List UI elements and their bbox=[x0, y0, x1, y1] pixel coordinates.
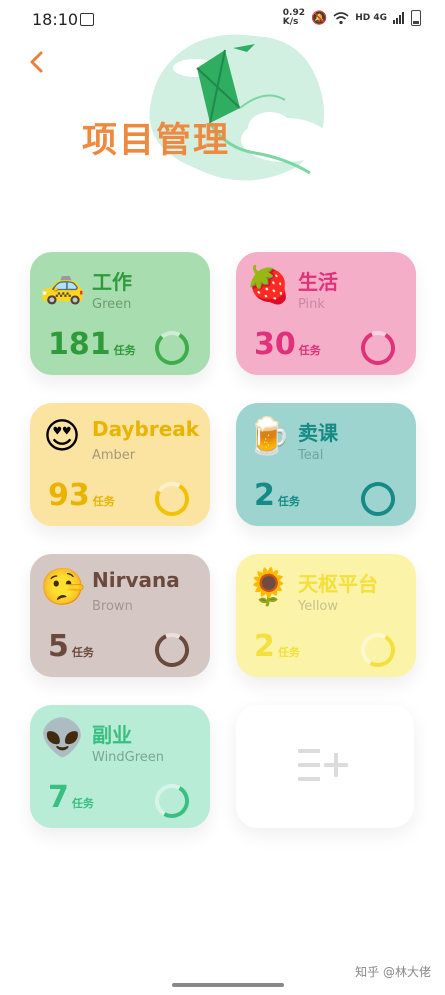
network-speed: 0.92 K/s bbox=[282, 8, 306, 27]
progress-arc bbox=[155, 633, 189, 667]
task-count: 2 任务 bbox=[254, 479, 300, 519]
progress-arc bbox=[361, 331, 395, 365]
task-count: 181 任务 bbox=[48, 328, 136, 368]
project-card[interactable]: 🌻 天枢平台 Yellow 2 任务 bbox=[236, 554, 416, 677]
project-title: 生活 bbox=[298, 270, 338, 294]
project-color-name: WindGreen bbox=[92, 750, 165, 765]
project-title: 天枢平台 bbox=[298, 572, 378, 596]
project-emoji-icon: 🤥 bbox=[40, 567, 85, 608]
progress-arc bbox=[361, 633, 395, 667]
task-count-unit: 任务 bbox=[113, 344, 136, 357]
status-time: 18:10 bbox=[32, 10, 79, 29]
project-color-name: Pink bbox=[298, 297, 325, 312]
task-count-number: 93 bbox=[48, 478, 90, 513]
add-list-icon bbox=[298, 749, 348, 781]
progress-arc bbox=[361, 482, 395, 516]
project-emoji-icon: 🌻 bbox=[246, 567, 291, 608]
project-color-name: Green bbox=[92, 297, 132, 312]
task-count-unit: 任务 bbox=[277, 646, 300, 659]
task-count-unit: 任务 bbox=[277, 495, 300, 508]
progress-ring bbox=[361, 331, 395, 365]
chevron-left-icon bbox=[30, 51, 43, 73]
project-emoji-icon: 🍺 bbox=[246, 416, 291, 457]
signal-icon bbox=[393, 12, 404, 24]
project-title: 卖课 bbox=[298, 421, 338, 445]
task-count-unit: 任务 bbox=[71, 646, 94, 659]
project-card[interactable]: 🍓 生活 Pink 30 任务 bbox=[236, 252, 416, 375]
project-card[interactable]: 😍 Daybreak Amber 93 任务 bbox=[30, 403, 210, 526]
project-card[interactable]: 🤥 Nirvana Brown 5 任务 bbox=[30, 554, 210, 677]
project-color-name: Teal bbox=[298, 448, 324, 463]
progress-ring bbox=[155, 482, 189, 516]
task-count-number: 2 bbox=[254, 478, 275, 513]
project-emoji-icon: 👽 bbox=[40, 718, 85, 759]
task-count-number: 181 bbox=[48, 327, 111, 362]
kite-illustration bbox=[149, 34, 329, 181]
wifi-icon bbox=[333, 11, 349, 24]
back-button[interactable] bbox=[28, 50, 44, 81]
add-project-button[interactable] bbox=[236, 705, 414, 828]
project-card[interactable]: 👽 副业 WindGreen 7 任务 bbox=[30, 705, 210, 828]
home-indicator[interactable] bbox=[172, 983, 284, 987]
project-color-name: Amber bbox=[92, 448, 136, 463]
task-count-unit: 任务 bbox=[92, 495, 115, 508]
project-card[interactable]: 🚕 工作 Green 181 任务 bbox=[30, 252, 210, 375]
progress-ring bbox=[155, 784, 189, 818]
progress-ring bbox=[155, 331, 189, 365]
project-color-name: Yellow bbox=[298, 599, 339, 614]
task-count: 93 任务 bbox=[48, 479, 115, 519]
progress-arc bbox=[155, 784, 189, 818]
task-count-number: 30 bbox=[254, 327, 296, 362]
project-card[interactable]: 🍺 卖课 Teal 2 任务 bbox=[236, 403, 416, 526]
watermark: 知乎 @林大佬 bbox=[355, 965, 431, 979]
progress-arc bbox=[155, 331, 189, 365]
project-emoji-icon: 🍓 bbox=[246, 265, 291, 306]
progress-ring bbox=[361, 482, 395, 516]
gallery-icon bbox=[80, 13, 94, 26]
project-title: 工作 bbox=[92, 270, 132, 294]
progress-ring bbox=[155, 633, 189, 667]
progress-arc bbox=[155, 482, 189, 516]
task-count-number: 5 bbox=[48, 629, 69, 664]
task-count-number: 7 bbox=[48, 780, 69, 815]
project-emoji-icon: 😍 bbox=[43, 416, 81, 457]
project-color-name: Brown bbox=[92, 599, 133, 614]
progress-ring bbox=[361, 633, 395, 667]
project-title: Daybreak bbox=[92, 417, 200, 441]
battery-icon bbox=[411, 10, 421, 26]
project-title: 副业 bbox=[92, 723, 132, 747]
task-count-number: 2 bbox=[254, 629, 275, 664]
page-title: 项目管理 bbox=[82, 121, 231, 161]
task-count: 30 任务 bbox=[254, 328, 321, 368]
task-count: 7 任务 bbox=[48, 781, 94, 821]
network-type: HD 4G bbox=[355, 13, 387, 23]
task-count: 5 任务 bbox=[48, 630, 94, 670]
task-count: 2 任务 bbox=[254, 630, 300, 670]
project-emoji-icon: 🚕 bbox=[40, 265, 85, 306]
mute-icon: 🔕 bbox=[311, 10, 328, 26]
task-count-unit: 任务 bbox=[71, 797, 94, 810]
task-count-unit: 任务 bbox=[298, 344, 321, 357]
project-title: Nirvana bbox=[92, 568, 180, 592]
